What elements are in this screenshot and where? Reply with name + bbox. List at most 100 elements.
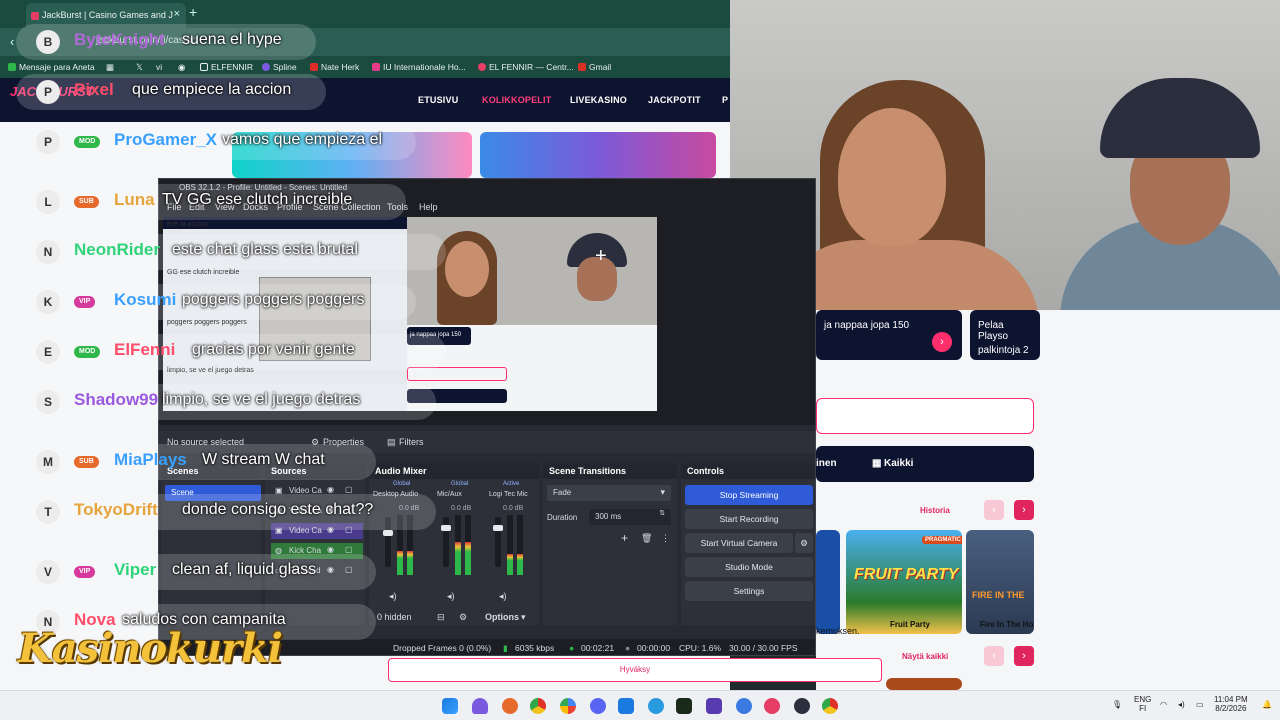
bookmark-item[interactable]: Gmail bbox=[578, 62, 611, 72]
add-icon[interactable]: + bbox=[621, 531, 628, 545]
chat-avatar: K bbox=[36, 290, 60, 314]
options-dropdown[interactable]: Options bbox=[485, 612, 519, 622]
bookmark-item[interactable]: Spline bbox=[262, 62, 297, 72]
discord-icon[interactable] bbox=[590, 698, 606, 714]
search-box[interactable] bbox=[816, 398, 1034, 434]
scene-transitions-header: Scene Transitions bbox=[543, 463, 677, 479]
volume-fader[interactable] bbox=[441, 517, 451, 567]
music-icon[interactable] bbox=[764, 698, 780, 714]
transition-select[interactable]: Fade ▾ bbox=[547, 485, 671, 501]
close-tab-icon[interactable]: × bbox=[174, 8, 180, 20]
obs-icon[interactable] bbox=[794, 698, 810, 714]
chrome-icon[interactable] bbox=[530, 698, 546, 714]
game-tile-fruit-party[interactable]: PRAGMATIC FRUIT PARTY bbox=[846, 530, 962, 634]
battery-icon[interactable]: ▭ bbox=[1196, 700, 1204, 709]
show-all-link[interactable]: Näytä kaikki bbox=[902, 652, 948, 661]
accept-cookies-button[interactable]: Hyväksy bbox=[388, 658, 882, 682]
volume-fader[interactable] bbox=[493, 517, 503, 567]
speaker-icon[interactable]: ◂) bbox=[499, 591, 507, 602]
chat-text: limpio, se ve el juego detras bbox=[162, 391, 361, 408]
mixer-layout-icon[interactable]: ⊟ bbox=[437, 612, 445, 623]
more-icon[interactable]: ⋮ bbox=[661, 533, 670, 544]
chevron-right-icon[interactable]: › bbox=[932, 332, 952, 352]
game-tile-fire-in-the-hole[interactable]: FIRE IN THE bbox=[966, 530, 1034, 634]
bookmark-item[interactable]: IU Internationale Ho... bbox=[372, 62, 466, 72]
nav-more[interactable]: P bbox=[722, 95, 728, 105]
nav-etusivu[interactable]: ETUSIVU bbox=[418, 95, 458, 105]
app-icon[interactable] bbox=[502, 698, 518, 714]
chevron-down-icon[interactable]: ▾ bbox=[521, 612, 526, 623]
chat-avatar: M bbox=[36, 450, 60, 474]
chevron-right-icon[interactable]: › bbox=[1014, 500, 1034, 520]
history-link[interactable]: Historia bbox=[920, 506, 950, 515]
start-virtual-camera-button[interactable]: Start Virtual Camera bbox=[685, 533, 793, 553]
notification-icon[interactable]: 🔔 bbox=[1262, 700, 1272, 709]
promo-text: Pelaa Playso bbox=[978, 320, 1009, 342]
terminal-icon[interactable] bbox=[676, 698, 692, 714]
game-tile[interactable] bbox=[816, 530, 840, 634]
transition-value: Fade bbox=[553, 488, 572, 497]
bookmark-item[interactable]: Mensaje para Aneta bbox=[8, 62, 95, 72]
lock-icon[interactable]: ▢ bbox=[345, 545, 353, 554]
speaker-icon[interactable]: ◂) bbox=[389, 591, 397, 602]
lock-icon[interactable]: ▢ bbox=[345, 485, 353, 494]
app-icon[interactable] bbox=[736, 698, 752, 714]
game-tile[interactable] bbox=[886, 678, 962, 690]
eye-icon[interactable]: ◉ bbox=[327, 485, 334, 494]
settings-button[interactable]: Settings bbox=[685, 581, 813, 601]
bookmark-item[interactable]: ELFENNIR bbox=[200, 62, 253, 72]
app-icon[interactable] bbox=[472, 698, 488, 714]
chevron-left-icon[interactable]: ‹ bbox=[984, 646, 1004, 666]
keyboard-language[interactable]: ENG FI bbox=[1134, 695, 1151, 713]
nav-kolikkopelit[interactable]: KOLIKKOPELIT bbox=[482, 95, 551, 105]
duration-input[interactable]: 300 ms ⇅ bbox=[589, 509, 671, 525]
start-icon[interactable] bbox=[442, 698, 458, 714]
google-icon[interactable] bbox=[560, 698, 576, 714]
spinner-icon[interactable]: ⇅ bbox=[659, 509, 665, 517]
app-icon[interactable] bbox=[706, 698, 722, 714]
promo-text: palkintoja 2 bbox=[978, 345, 1029, 356]
wifi-icon[interactable]: ◠ bbox=[1160, 700, 1167, 709]
new-tab-icon[interactable]: + bbox=[189, 4, 197, 20]
apps-grid-icon[interactable]: ▦ bbox=[106, 62, 114, 73]
eye-icon[interactable]: ◉ bbox=[327, 545, 334, 554]
tab-kaikki[interactable]: Kaikki bbox=[884, 458, 913, 469]
x-icon[interactable]: 𝕏 bbox=[136, 62, 143, 73]
volume-icon[interactable]: ◂) bbox=[1178, 700, 1185, 709]
promo-card[interactable]: ja nappaa jopa 150 › bbox=[816, 310, 962, 360]
chat-username: MiaPlays bbox=[114, 450, 187, 469]
vscode-icon[interactable] bbox=[618, 698, 634, 714]
nav-jackpotit[interactable]: JACKPOTIT bbox=[648, 95, 701, 105]
start-recording-button[interactable]: Start Recording bbox=[685, 509, 813, 529]
studio-mode-button[interactable]: Studio Mode bbox=[685, 557, 813, 577]
mixer-settings-icon[interactable]: ⚙ bbox=[459, 612, 467, 623]
nav-livekasino[interactable]: LIVEKASINO bbox=[570, 95, 627, 105]
bookmark-item[interactable]: Nate Herk bbox=[310, 62, 359, 72]
chevron-left-icon[interactable]: ‹ bbox=[984, 500, 1004, 520]
cookie-text: kemuksen. bbox=[816, 626, 860, 636]
dropped-frames: Dropped Frames 0 (0.0%) bbox=[393, 643, 492, 653]
chevron-right-icon[interactable]: › bbox=[1014, 646, 1034, 666]
telegram-icon[interactable] bbox=[648, 698, 664, 714]
gear-icon[interactable]: ⚙ bbox=[795, 533, 813, 553]
filters-button[interactable]: Filters bbox=[399, 437, 424, 447]
tab-title: JackBurst | Casino Games and J bbox=[42, 10, 173, 20]
promo-card[interactable]: Pelaa Playso palkintoja 2 bbox=[970, 310, 1040, 360]
game-name[interactable]: Fire In The Ho bbox=[980, 620, 1033, 629]
stop-streaming-button[interactable]: Stop Streaming bbox=[685, 485, 813, 505]
back-arrow-icon[interactable]: ‹ bbox=[10, 34, 14, 49]
vi-icon[interactable]: vi bbox=[156, 62, 162, 72]
duration-label: Duration bbox=[547, 513, 578, 522]
bookmark-item[interactable]: EL FENNIR — Centr... bbox=[478, 62, 574, 72]
trash-icon[interactable]: 🗑 bbox=[641, 533, 652, 544]
speaker-icon[interactable]: ◂) bbox=[447, 591, 455, 602]
menu-help[interactable]: Help bbox=[419, 202, 438, 212]
game-name[interactable]: Fruit Party bbox=[890, 620, 930, 629]
github-icon[interactable]: ◉ bbox=[178, 62, 185, 73]
promo-banner[interactable] bbox=[480, 132, 716, 178]
tab-partial[interactable]: inen bbox=[816, 458, 837, 469]
chrome-icon[interactable] bbox=[822, 698, 838, 714]
clock[interactable]: 11:04 PM 8/2/2026 bbox=[1214, 695, 1248, 713]
chat-text: que empiece la accion bbox=[132, 81, 292, 98]
mic-icon[interactable]: 🎙 bbox=[1112, 700, 1122, 709]
